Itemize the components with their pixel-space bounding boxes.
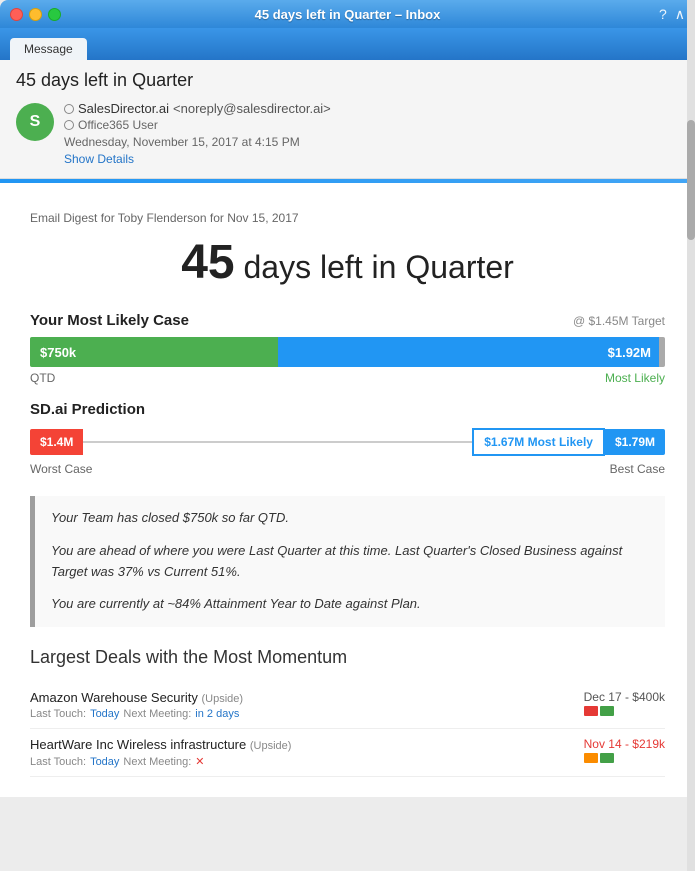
next-meeting-label-2: Next Meeting: bbox=[123, 756, 191, 768]
deal-item-2: HeartWare Inc Wireless infrastructure (U… bbox=[30, 729, 665, 777]
email-header: 45 days left in Quarter S SalesDirector.… bbox=[0, 60, 695, 179]
email-content-inner: Email Digest for Toby Flenderson for Nov… bbox=[0, 195, 695, 797]
pred-worst: $1.4M bbox=[30, 429, 83, 455]
progress-gray-segment bbox=[659, 337, 665, 367]
close-button[interactable] bbox=[10, 8, 23, 21]
sender-org: Office365 User bbox=[64, 118, 679, 132]
paragraph-1: Your Team has closed $750k so far QTD. bbox=[51, 508, 649, 529]
progress-bar: $750k $1.92M bbox=[30, 337, 665, 367]
org-label: Office365 User bbox=[78, 118, 158, 132]
nav-bar: Message bbox=[0, 28, 695, 60]
deal-name-1: Amazon Warehouse Security (Upside) bbox=[30, 690, 584, 705]
scrollbar-track[interactable] bbox=[687, 0, 695, 871]
show-details-link[interactable]: Show Details bbox=[64, 152, 134, 166]
deal-left-1: Amazon Warehouse Security (Upside) Last … bbox=[30, 690, 584, 720]
pred-line bbox=[83, 441, 472, 443]
progress-blue-segment: $1.92M bbox=[278, 337, 659, 367]
title-bar: 45 days left in Quarter – Inbox ? ∧ bbox=[0, 0, 695, 28]
sender-org-icon bbox=[64, 104, 74, 114]
scrollbar-thumb[interactable] bbox=[687, 120, 695, 240]
deal-amount-2: Nov 14 - $219k bbox=[584, 737, 665, 751]
most-likely-header: Your Most Likely Case @ $1.45M Target bbox=[30, 312, 665, 329]
last-touch-label-2: Last Touch: bbox=[30, 756, 86, 768]
last-touch-link-2[interactable]: Today bbox=[90, 756, 119, 768]
progress-labels: QTD Most Likely bbox=[30, 371, 665, 385]
pred-labels: Worst Case Best Case bbox=[30, 462, 665, 476]
progress-green-segment: $750k bbox=[30, 337, 278, 367]
text-block: Your Team has closed $750k so far QTD. Y… bbox=[30, 496, 665, 627]
avatar: S bbox=[16, 103, 54, 141]
deal-right-2: Nov 14 - $219k bbox=[584, 737, 665, 763]
deal-right-1: Dec 17 - $400k bbox=[584, 690, 665, 716]
pred-most-likely: $1.67M Most Likely bbox=[472, 428, 605, 456]
window-controls bbox=[10, 8, 61, 21]
flag-orange-2 bbox=[584, 753, 598, 763]
org-circle-icon bbox=[64, 120, 74, 130]
headline: 45 days left in Quarter bbox=[30, 235, 665, 290]
prediction-section: SD.ai Prediction $1.4M $1.67M Most Likel… bbox=[30, 401, 665, 476]
most-likely-label: Most Likely bbox=[605, 371, 665, 385]
sender-email: <noreply@salesdirector.ai> bbox=[173, 101, 331, 116]
deals-section: Largest Deals with the Most Momentum Ama… bbox=[30, 647, 665, 777]
deal-flags-1 bbox=[584, 706, 665, 716]
deal-date-1: Dec 17 - $400k bbox=[584, 690, 665, 716]
sender-info: SalesDirector.ai <noreply@salesdirector.… bbox=[64, 101, 679, 168]
worst-label: Worst Case bbox=[30, 462, 92, 476]
last-touch-label-1: Last Touch: bbox=[30, 708, 86, 720]
paragraph-3: You are currently at ~84% Attainment Yea… bbox=[51, 594, 649, 615]
collapse-button[interactable]: ∧ bbox=[675, 6, 685, 23]
paragraph-2: You are ahead of where you were Last Qua… bbox=[51, 541, 649, 583]
email-subject: 45 days left in Quarter bbox=[16, 70, 679, 91]
deal-name-2: HeartWare Inc Wireless infrastructure (U… bbox=[30, 737, 584, 752]
deal-flags-2 bbox=[584, 753, 665, 763]
headline-text: days left in Quarter bbox=[243, 249, 513, 285]
deal-left-2: HeartWare Inc Wireless infrastructure (U… bbox=[30, 737, 584, 768]
next-meeting-label-1: Next Meeting: bbox=[123, 708, 191, 720]
deal-touch-1: Last Touch: Today Next Meeting: in 2 day… bbox=[30, 708, 584, 720]
flag-green-1 bbox=[600, 706, 614, 716]
digest-label: Email Digest for Toby Flenderson for Nov… bbox=[30, 211, 665, 225]
sender-name-row: SalesDirector.ai <noreply@salesdirector.… bbox=[64, 101, 679, 116]
flag-red-1 bbox=[584, 706, 598, 716]
deal-upside-1: (Upside) bbox=[202, 693, 244, 705]
email-content: Email Digest for Toby Flenderson for Nov… bbox=[0, 179, 695, 797]
target-label: @ $1.45M Target bbox=[573, 314, 665, 328]
prediction-bar: $1.4M $1.67M Most Likely $1.79M bbox=[30, 428, 665, 456]
sender-name: SalesDirector.ai bbox=[78, 101, 169, 116]
prediction-title: SD.ai Prediction bbox=[30, 401, 665, 418]
window-title: 45 days left in Quarter – Inbox bbox=[255, 7, 441, 22]
deal-upside-2: (Upside) bbox=[250, 740, 292, 752]
deal-touch-2: Last Touch: Today Next Meeting: ✕ bbox=[30, 755, 584, 768]
deal-date-2: Nov 14 - $219k bbox=[584, 737, 665, 763]
next-meeting-link-1[interactable]: in 2 days bbox=[195, 708, 239, 720]
qtd-value: $750k bbox=[40, 345, 76, 360]
minimize-button[interactable] bbox=[29, 8, 42, 21]
best-label: Best Case bbox=[610, 462, 665, 476]
deal-name-text-1: Amazon Warehouse Security bbox=[30, 690, 198, 705]
flag-green-2 bbox=[600, 753, 614, 763]
most-likely-title: Your Most Likely Case bbox=[30, 312, 189, 329]
deal-item: Amazon Warehouse Security (Upside) Last … bbox=[30, 682, 665, 729]
deals-title: Largest Deals with the Most Momentum bbox=[30, 647, 665, 668]
blue-top-bar bbox=[0, 179, 695, 183]
headline-number: 45 bbox=[181, 236, 234, 289]
last-touch-link-1[interactable]: Today bbox=[90, 708, 119, 720]
sender-row: S SalesDirector.ai <noreply@salesdirecto… bbox=[16, 101, 679, 178]
next-meeting-x-2: ✕ bbox=[195, 755, 204, 768]
maximize-button[interactable] bbox=[48, 8, 61, 21]
deal-name-text-2: HeartWare Inc Wireless infrastructure bbox=[30, 737, 246, 752]
help-button[interactable]: ? bbox=[659, 6, 667, 22]
deal-amount-1: Dec 17 - $400k bbox=[584, 690, 665, 704]
message-tab[interactable]: Message bbox=[10, 38, 87, 60]
sender-date: Wednesday, November 15, 2017 at 4:15 PM bbox=[64, 135, 679, 149]
title-bar-right: ? ∧ bbox=[659, 6, 685, 23]
qtd-label: QTD bbox=[30, 371, 55, 385]
bar-value: $1.92M bbox=[608, 345, 651, 360]
pred-best: $1.79M bbox=[605, 429, 665, 455]
